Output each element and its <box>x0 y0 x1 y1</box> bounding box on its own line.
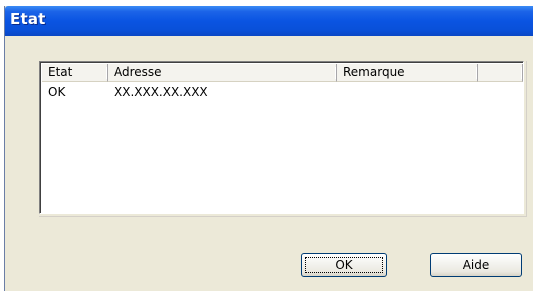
etat-dialog: Etat Etat Adresse Remarque OK XX.XXX.XX.… <box>4 6 533 291</box>
column-header-remarque[interactable]: Remarque <box>337 64 478 82</box>
cell-adresse: XX.XXX.XX.XXX <box>114 85 208 99</box>
cell-etat: OK <box>48 85 66 99</box>
ok-button-label: OK <box>335 258 353 272</box>
listview-rows: OK XX.XXX.XX.XXX <box>42 83 523 101</box>
ok-button[interactable]: OK <box>301 253 387 277</box>
column-header-empty[interactable] <box>478 64 523 82</box>
listview-header: Etat Adresse Remarque <box>42 64 523 82</box>
list-item[interactable]: OK XX.XXX.XX.XXX <box>42 83 523 101</box>
status-listview[interactable]: Etat Adresse Remarque OK XX.XXX.XX.XXX <box>39 61 524 214</box>
help-button-label: Aide <box>462 258 490 272</box>
cell-remarque <box>337 83 478 101</box>
column-header-adresse[interactable]: Adresse <box>108 64 337 82</box>
column-header-etat[interactable]: Etat <box>42 64 108 82</box>
window-title: Etat <box>10 10 46 28</box>
help-button[interactable]: Aide <box>430 253 522 277</box>
title-bar[interactable]: Etat <box>5 6 533 36</box>
